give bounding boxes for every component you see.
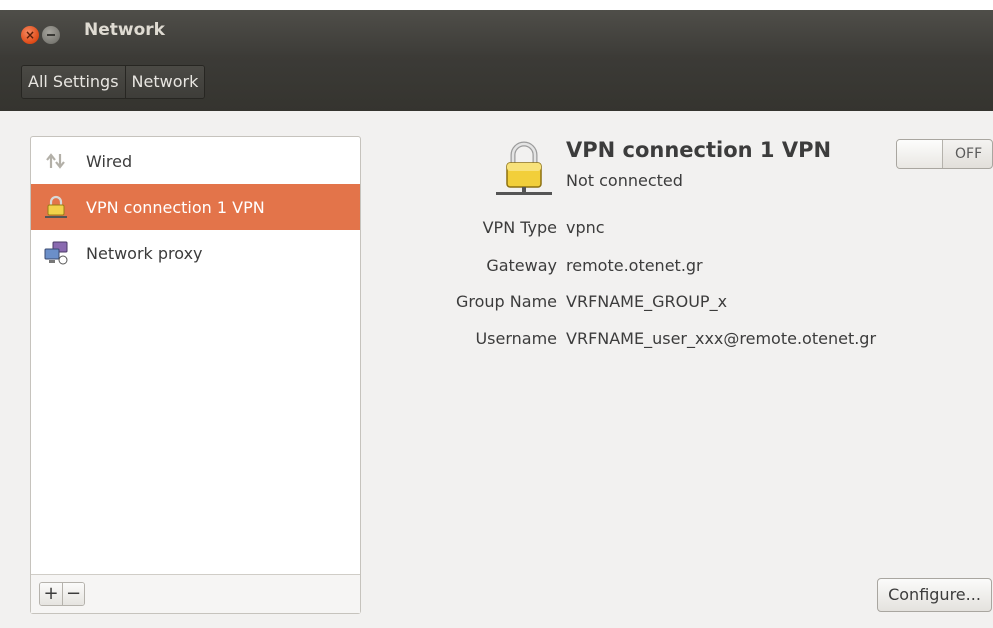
breadcrumb-network[interactable]: Network [124, 66, 205, 98]
gateway-value: remote.otenet.gr [566, 256, 703, 275]
group-name-value: VRFNAME_GROUP_x [566, 292, 728, 311]
window-close-button[interactable]: × [21, 26, 39, 44]
add-remove-buttons: + − [39, 582, 85, 606]
vpn-lock-large-icon [496, 141, 552, 195]
window-minimize-button[interactable] [42, 26, 60, 44]
list-item-label: Network proxy [86, 243, 203, 263]
list-toolbar: + − [31, 574, 360, 613]
username-label: Username [475, 329, 557, 348]
connection-status: Not connected [566, 171, 683, 190]
list-item-vpn[interactable]: VPN connection 1 VPN [31, 184, 360, 230]
vpn-type-value: vpnc [566, 218, 605, 237]
toggle-state-label: OFF [955, 146, 983, 162]
toggle-knob [897, 140, 943, 168]
configure-button[interactable]: Configure... [877, 578, 992, 612]
connection-title: VPN connection 1 VPN [566, 138, 832, 162]
list-item-network-proxy[interactable]: Network proxy [31, 230, 360, 276]
gateway-label: Gateway [486, 256, 557, 275]
group-name-label: Group Name [456, 292, 557, 311]
window-title: Network [84, 20, 165, 40]
toolbar: All Settings Network [0, 55, 993, 111]
vpn-toggle-switch[interactable]: OFF [896, 139, 993, 169]
remove-button[interactable]: − [62, 583, 84, 605]
connection-list: Wired VPN connection 1 VPN Network proxy… [30, 136, 361, 614]
breadcrumb-all-settings[interactable]: All Settings [22, 66, 125, 98]
vpn-type-label: VPN Type [482, 218, 557, 237]
breadcrumb: All Settings Network [21, 65, 206, 99]
list-item-wired[interactable]: Wired [31, 138, 360, 184]
title-bar: × Network [0, 0, 993, 55]
add-button[interactable]: + [40, 583, 62, 605]
network-wired-icon [46, 153, 65, 169]
network-proxy-icon [44, 241, 68, 265]
username-value: VRFNAME_user_xxx@remote.otenet.gr [566, 329, 877, 348]
vpn-lock-icon [45, 195, 67, 218]
list-item-label: Wired [86, 151, 133, 171]
list-item-label: VPN connection 1 VPN [86, 197, 265, 217]
